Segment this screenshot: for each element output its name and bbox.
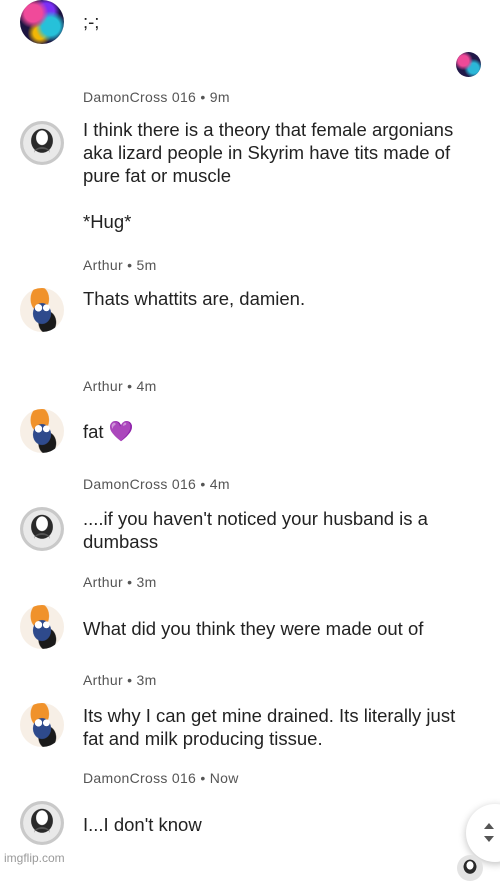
avatar[interactable] (20, 605, 64, 649)
avatar[interactable] (20, 288, 64, 332)
avatar[interactable] (20, 121, 64, 165)
avatar[interactable] (20, 507, 64, 551)
comment-text: ....if you haven't noticed your husband … (83, 508, 428, 552)
avatar[interactable] (20, 703, 64, 747)
chevron-down-icon (484, 836, 494, 842)
comment-text: I...I don't know (83, 814, 202, 835)
comment-author[interactable]: DamonCross 016 (83, 476, 196, 492)
watermark: imgflip.com (4, 851, 65, 865)
comment-text: Thats whattits are, damien. (83, 288, 306, 309)
purple-heart-icon: 💜 (108, 421, 134, 443)
chevron-up-icon (484, 823, 494, 829)
comment-meta: Arthur • 3m (83, 672, 157, 688)
comment-meta: DamonCross 016 • 9m (83, 89, 230, 105)
comment-meta: DamonCross 016 • 4m (83, 476, 230, 492)
comment-meta: Arthur • 4m (83, 378, 157, 394)
comment-author[interactable]: DamonCross 016 (83, 770, 196, 786)
comment-author[interactable]: DamonCross 016 (83, 89, 196, 105)
comment-time: 9m (209, 89, 230, 105)
comment-text: Its why I can get mine drained. Its lite… (83, 705, 456, 749)
comment-time: 3m (136, 574, 157, 590)
comment-time: 4m (136, 378, 157, 394)
separator: • (200, 476, 206, 492)
separator: • (127, 378, 133, 394)
avatar[interactable] (456, 52, 481, 77)
avatar[interactable] (457, 855, 483, 881)
comment-meta: DamonCross 016 • Now (83, 770, 239, 786)
comment-text: I think there is a theory that female ar… (83, 119, 454, 232)
comment-author[interactable]: Arthur (83, 574, 123, 590)
separator: • (127, 574, 133, 590)
comment-time: Now (209, 770, 239, 786)
comment-author[interactable]: Arthur (83, 378, 123, 394)
avatar[interactable] (20, 409, 64, 453)
comment-author[interactable]: Arthur (83, 257, 123, 273)
separator: • (127, 257, 133, 273)
separator: • (200, 89, 206, 105)
comment-time: 3m (136, 672, 157, 688)
comment-meta: Arthur • 3m (83, 574, 157, 590)
comment-time: 5m (136, 257, 157, 273)
comment-text: ;-; (83, 11, 100, 32)
comment-text-body: fat (83, 421, 104, 442)
avatar[interactable] (20, 0, 64, 44)
separator: • (127, 672, 133, 688)
comment-meta: Arthur • 5m (83, 257, 157, 273)
comment-time: 4m (209, 476, 230, 492)
avatar[interactable] (20, 801, 64, 845)
comment-text: What did you think they were made out of (83, 618, 424, 639)
comment-author[interactable]: Arthur (83, 672, 123, 688)
comment-text: fat 💜 (83, 420, 483, 444)
separator: • (200, 770, 206, 786)
